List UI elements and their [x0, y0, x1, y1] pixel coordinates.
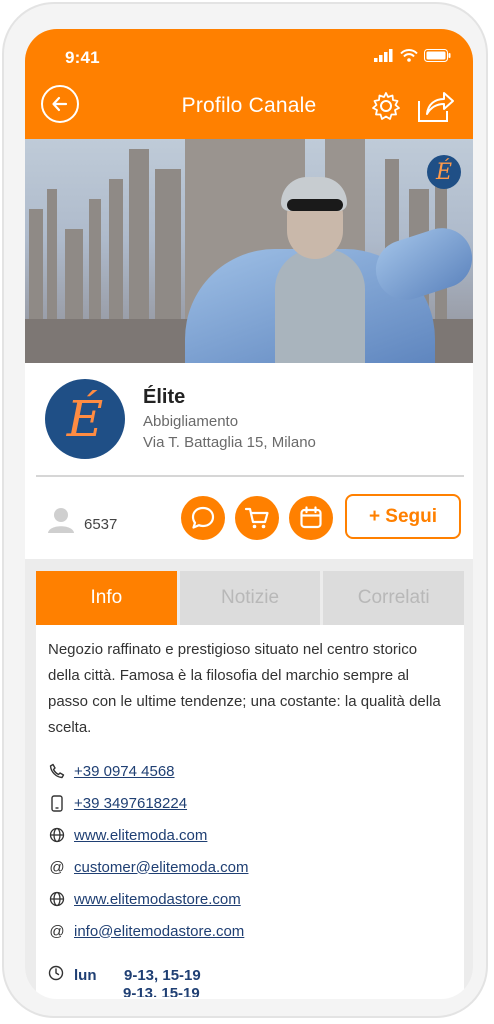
contact-row: +39 0974 4568	[48, 762, 175, 780]
shop-category: Abbigliamento	[143, 413, 239, 430]
signal-icon	[374, 49, 393, 62]
contact-row: @ info@elitemodastore.com	[48, 922, 244, 940]
website-link[interactable]: www.elitemoda.com	[74, 827, 207, 844]
status-time: 9:41	[65, 48, 100, 67]
hours-day: lun	[74, 966, 97, 984]
calendar-icon	[300, 506, 322, 529]
shop-name: Élite	[143, 386, 186, 408]
page-title: Profilo Canale	[181, 94, 317, 117]
phone-frame: 9:41 Profilo Canale É É Élite Abbigliame…	[2, 2, 488, 1018]
mobile-link[interactable]: +39 3497618224	[74, 795, 187, 812]
shopping-cart-icon	[244, 507, 269, 529]
shop-description: Negozio raffinato e prestigioso situato …	[48, 641, 441, 736]
divider	[36, 475, 464, 477]
calendar-button[interactable]	[289, 496, 333, 540]
at-icon: @	[49, 922, 65, 940]
chat-bubble-icon	[191, 506, 215, 529]
tab-bar: Info Notizie Correlati	[36, 571, 465, 625]
globe-icon	[48, 826, 66, 844]
phone-link[interactable]: +39 0974 4568	[74, 763, 175, 780]
status-icons	[374, 49, 451, 62]
header-bar: 9:41 Profilo Canale	[25, 29, 473, 139]
store-email-link[interactable]: info@elitemodastore.com	[74, 923, 244, 940]
at-icon: @	[49, 858, 65, 876]
store-website-link[interactable]: www.elitemodastore.com	[74, 891, 241, 908]
shop-address: Via T. Battaglia 15, Milano	[143, 434, 316, 451]
battery-icon	[424, 49, 451, 62]
settings-gear-icon[interactable]	[371, 91, 401, 121]
phone-icon	[48, 762, 66, 780]
hours-time: 9-13, 15-19	[124, 966, 201, 984]
clock-icon	[48, 965, 66, 985]
cover-brand-logo: É	[427, 155, 461, 189]
shop-avatar[interactable]: É	[45, 379, 125, 459]
mobile-icon	[48, 794, 66, 812]
info-panel: Negozio raffinato e prestigioso situato …	[36, 625, 464, 999]
user-icon	[48, 508, 74, 533]
follower-count: 6537	[84, 516, 118, 533]
email-link[interactable]: customer@elitemoda.com	[74, 859, 248, 876]
hours-time-next: 9-13, 15-19	[123, 985, 200, 997]
tab-notizie[interactable]: Notizie	[179, 571, 321, 625]
globe-icon	[48, 890, 66, 908]
contact-row: www.elitemoda.com	[48, 826, 207, 844]
app-screen: 9:41 Profilo Canale É É Élite Abbigliame…	[25, 29, 473, 999]
contact-row: @ customer@elitemoda.com	[48, 858, 248, 876]
follow-button[interactable]: + Segui	[345, 494, 461, 539]
tab-correlati[interactable]: Correlati	[323, 571, 465, 625]
cart-button[interactable]	[235, 496, 279, 540]
contact-row: www.elitemodastore.com	[48, 890, 241, 908]
contact-row: +39 3497618224	[48, 794, 187, 812]
tab-info[interactable]: Info	[36, 571, 177, 625]
opening-hours: lun 9-13, 15-19	[48, 965, 201, 985]
chat-button[interactable]	[181, 496, 225, 540]
cover-photo: É	[25, 139, 473, 363]
wifi-icon	[400, 49, 418, 62]
share-icon[interactable]	[415, 87, 455, 125]
